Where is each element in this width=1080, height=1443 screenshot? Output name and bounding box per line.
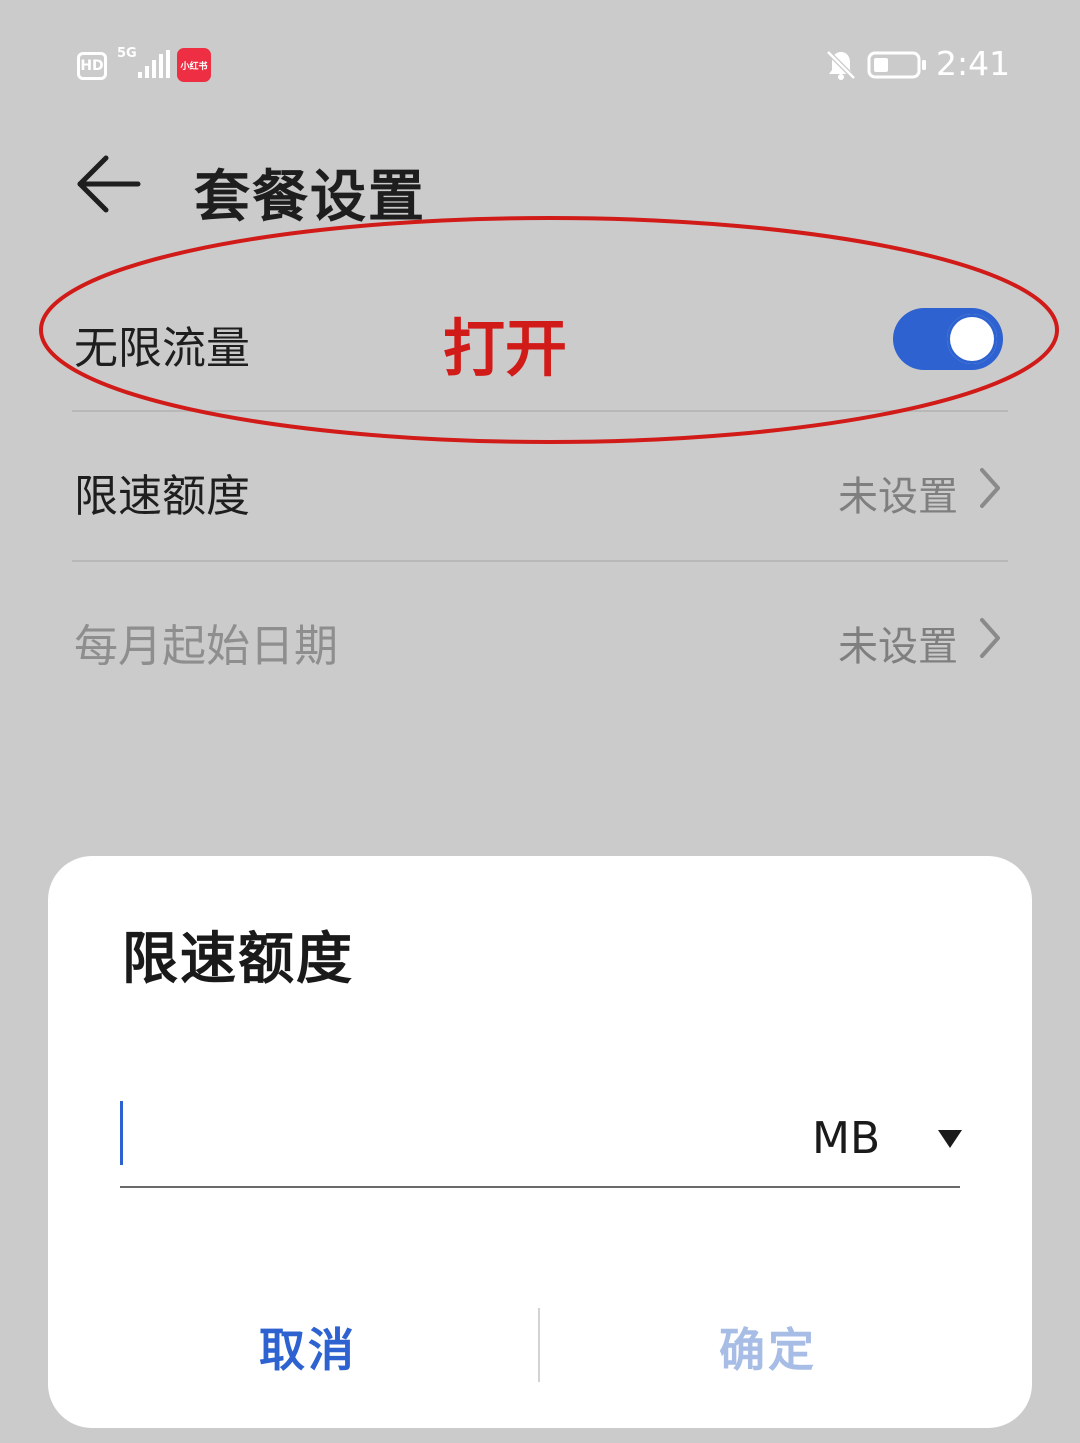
button-divider [538, 1308, 540, 1382]
cancel-button[interactable]: 取消 [88, 1312, 528, 1382]
unit-label: MB [812, 1112, 881, 1164]
annotation-label: 打开 [443, 312, 568, 385]
app-icon: 小红书 [177, 48, 211, 82]
setting-value: 未设置 [838, 474, 958, 520]
mute-bell-icon [826, 50, 856, 80]
toggle-knob [947, 314, 997, 364]
confirm-button[interactable]: 确定 [548, 1312, 988, 1382]
setting-row-monthly-start-date: 每月起始日期 未设置 [72, 562, 1008, 712]
status-bar: HD 5G 小红书 2:41 [0, 0, 1080, 120]
dropdown-arrow-icon [938, 1130, 962, 1148]
dialog-title: 限速额度 [122, 927, 354, 992]
network-type-label: 5G [117, 46, 137, 61]
input-underline [120, 1186, 960, 1188]
setting-label: 每月起始日期 [74, 621, 338, 672]
unit-select[interactable]: MB [812, 1110, 964, 1166]
signal-icon [138, 50, 170, 78]
limit-amount-input[interactable] [120, 1092, 780, 1186]
text-cursor [120, 1101, 123, 1165]
page-title: 套餐设置 [194, 165, 426, 230]
setting-row-speed-limit[interactable]: 限速额度 未设置 [72, 412, 1008, 562]
unlimited-data-toggle[interactable] [893, 308, 1003, 370]
chevron-right-icon [980, 618, 1000, 658]
hd-icon: HD [77, 52, 107, 80]
chevron-right-icon [980, 468, 1000, 508]
clock: 2:41 [936, 44, 1011, 83]
setting-label: 限速额度 [74, 471, 250, 522]
setting-value: 未设置 [838, 624, 958, 670]
setting-label: 无限流量 [74, 323, 250, 374]
battery-icon [867, 51, 926, 79]
speed-limit-dialog: 限速额度 MB 取消 确定 [48, 856, 1032, 1428]
back-arrow-icon[interactable] [74, 152, 142, 216]
